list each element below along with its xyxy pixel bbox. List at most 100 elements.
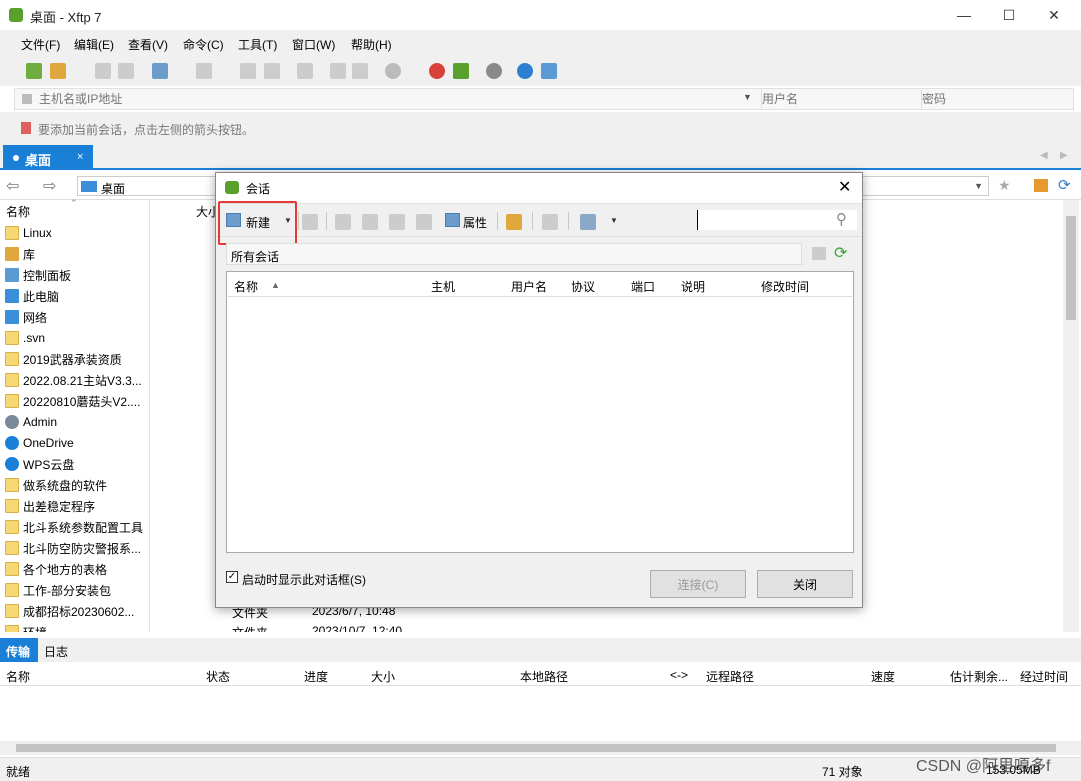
minimize-button[interactable]: —	[941, 0, 987, 30]
close-dialog-button[interactable]: 关闭	[757, 570, 853, 598]
col-size[interactable]: 大小	[371, 668, 395, 685]
show-on-startup-checkbox[interactable]: ✓	[226, 571, 238, 583]
file-item[interactable]: 出差稳定程序	[5, 496, 95, 516]
col-local-path[interactable]: 本地路径	[520, 668, 568, 685]
path-dropdown-icon[interactable]: ▼	[974, 181, 983, 191]
col-modified[interactable]: 修改时间	[761, 278, 809, 295]
gear-icon[interactable]	[486, 63, 502, 79]
close-window-button[interactable]: ✕	[1031, 0, 1077, 30]
file-item[interactable]: 库	[5, 244, 35, 264]
password-input[interactable]	[921, 90, 1071, 108]
session-manager-icon[interactable]	[152, 63, 168, 79]
chat-icon[interactable]	[541, 63, 557, 79]
properties-button[interactable]: 属性	[443, 210, 493, 232]
back-arrow-icon[interactable]: ⇦	[6, 176, 19, 196]
host-input[interactable]	[39, 90, 739, 108]
file-item[interactable]: 北斗防空防灾警报系...	[5, 538, 141, 558]
menu-view[interactable]: 查看(V)	[128, 36, 168, 53]
file-item[interactable]: 20220810蘑菇头V2....	[5, 391, 140, 411]
file-item[interactable]: 各个地方的表格	[5, 559, 107, 579]
col-port[interactable]: 端口	[631, 278, 655, 295]
menu-command[interactable]: 命令(C)	[183, 36, 224, 53]
hscroll-thumb[interactable]	[16, 744, 1056, 752]
view-dropdown-icon[interactable]: ▼	[610, 216, 618, 225]
file-item[interactable]: 控制面板	[5, 265, 71, 285]
xshell-icon[interactable]	[429, 63, 445, 79]
file-item[interactable]: 2019武器承装资质	[5, 349, 122, 369]
refresh-icon[interactable]: ⟳	[834, 243, 847, 263]
file-item[interactable]: 成都招标20230602...	[5, 601, 134, 621]
menu-tools[interactable]: 工具(T)	[238, 36, 277, 53]
refresh-icon[interactable]: ⟳	[1058, 176, 1071, 194]
menu-help[interactable]: 帮助(H)	[351, 36, 392, 53]
col-name[interactable]: 名称	[6, 668, 30, 685]
folder-icon	[5, 373, 19, 387]
file-item-label: 环境	[23, 624, 47, 633]
forward-arrow-icon[interactable]: ⇨	[43, 176, 56, 196]
tab-scroll-right-icon[interactable]: ▶	[1060, 150, 1068, 161]
menu-edit[interactable]: 编辑(E)	[74, 36, 114, 53]
file-item[interactable]: Linux	[5, 223, 52, 243]
file-item[interactable]: WPS云盘	[5, 454, 74, 474]
file-item[interactable]: 环境	[5, 622, 47, 632]
column-header-name[interactable]: 名称	[6, 203, 30, 220]
help-icon[interactable]	[517, 63, 533, 79]
file-item[interactable]: 工作-部分安装包	[5, 580, 111, 600]
menu-window[interactable]: 窗口(W)	[292, 36, 335, 53]
col-eta[interactable]: 估计剩余...	[950, 668, 1008, 685]
chevron-down-icon[interactable]: ▼	[743, 92, 752, 102]
folder-icon[interactable]	[506, 214, 522, 230]
col-status[interactable]: 状态	[206, 668, 230, 685]
col-progress[interactable]: 进度	[304, 668, 328, 685]
file-item[interactable]: .svn	[5, 328, 45, 348]
search-icon[interactable]: ⚲	[836, 210, 847, 228]
col-protocol[interactable]: 协议	[571, 278, 595, 295]
show-on-startup-label[interactable]: 启动时显示此对话框(S)	[242, 571, 366, 588]
file-item[interactable]: 此电脑	[5, 286, 59, 306]
col-remote-path[interactable]: 远程路径	[706, 668, 754, 685]
folder-icon	[5, 478, 19, 492]
col-host[interactable]: 主机	[431, 278, 455, 295]
bookmark-arrow-icon[interactable]	[21, 122, 31, 134]
window-titlebar: 桌面 - Xftp 7 — ☐ ✕	[0, 0, 1081, 30]
vertical-scrollbar[interactable]	[1063, 200, 1079, 632]
session-list[interactable]	[226, 297, 854, 553]
file-item[interactable]: 2022.08.21主站V3.3...	[5, 370, 142, 390]
file-item[interactable]: 做系统盘的软件	[5, 475, 107, 495]
col-session-name[interactable]: 名称	[234, 278, 258, 295]
view-mode-icon[interactable]	[580, 214, 596, 230]
status-dot-icon	[385, 63, 401, 79]
scroll-thumb[interactable]	[1066, 216, 1076, 320]
col-speed[interactable]: 速度	[871, 668, 895, 685]
file-item[interactable]: OneDrive	[5, 433, 74, 453]
file-item[interactable]: 北斗系统参数配置工具	[5, 517, 143, 537]
path-right-field[interactable]: ▼	[863, 176, 989, 196]
home-icon[interactable]	[1034, 179, 1048, 192]
dialog-close-icon[interactable]: ✕	[838, 177, 851, 197]
col-username[interactable]: 用户名	[511, 278, 547, 295]
col-description[interactable]: 说明	[681, 278, 705, 295]
tab-scroll-left-icon[interactable]: ◀	[1040, 150, 1048, 161]
menu-file[interactable]: 文件(F)	[21, 36, 60, 53]
bottom-tabs: 传输 日志	[0, 638, 1081, 662]
col-elapsed[interactable]: 经过时间	[1020, 668, 1068, 685]
star-icon[interactable]: ★	[998, 177, 1011, 194]
tab-log[interactable]: 日志	[44, 643, 68, 660]
tab-transfer[interactable]: 传输	[0, 638, 38, 662]
tab-close-icon[interactable]: ×	[77, 151, 83, 163]
path-box[interactable]: 桌面	[77, 176, 217, 196]
col-direction[interactable]: <->	[670, 668, 688, 682]
new-session-icon[interactable]	[26, 63, 42, 79]
main-toolbar	[0, 56, 1081, 86]
folder-icon	[5, 541, 19, 555]
file-item[interactable]: Admin	[5, 412, 57, 432]
username-input[interactable]	[761, 90, 915, 108]
tab-desktop[interactable]: 桌面 ×	[3, 145, 93, 170]
maximize-button[interactable]: ☐	[986, 0, 1032, 30]
file-item[interactable]: 网络	[5, 307, 47, 327]
xftp-icon[interactable]	[453, 63, 469, 79]
open-folder-icon[interactable]	[50, 63, 66, 79]
toolbar-separator	[326, 212, 327, 230]
session-search-input[interactable]	[697, 210, 857, 230]
file-item-label: 库	[23, 247, 36, 262]
